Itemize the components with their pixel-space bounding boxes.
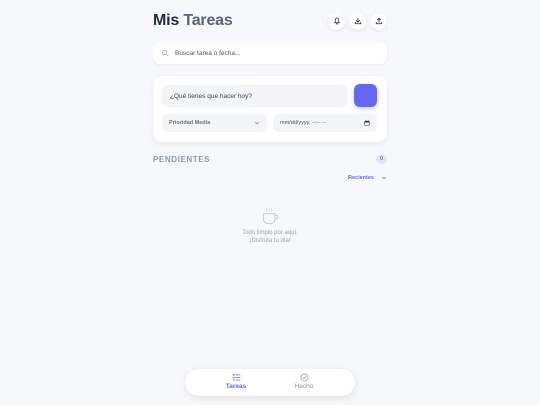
- priority-value: Prioridad Media: [169, 120, 211, 126]
- download-button[interactable]: [349, 12, 366, 30]
- pending-section-header: PENDIENTES 0: [153, 153, 387, 165]
- check-circle-icon: [300, 373, 308, 382]
- search-bar: [153, 42, 387, 64]
- title-part-2: Tareas: [183, 12, 233, 29]
- title-part-1: Mis: [153, 12, 180, 29]
- due-date-placeholder: mm/dd/yyyy, --:-- --: [280, 120, 327, 126]
- due-date-input[interactable]: mm/dd/yyyy, --:-- --: [273, 114, 377, 132]
- new-task-card: Prioridad Media mm/dd/yyyy, --:-- --: [153, 76, 387, 142]
- calendar-icon: [364, 120, 370, 126]
- sort-label: Recientes: [348, 174, 374, 181]
- header-actions: [328, 12, 387, 30]
- pending-title: PENDIENTES: [153, 154, 211, 164]
- new-task-input[interactable]: [162, 85, 348, 107]
- upload-icon: [375, 17, 382, 25]
- nav-done[interactable]: Hecho: [279, 373, 329, 393]
- checklist-icon: [231, 373, 241, 381]
- empty-state: Todo limpio por aquí. ¡Disfruta tu día!: [153, 207, 387, 245]
- notifications-button[interactable]: [328, 12, 345, 30]
- search-input[interactable]: [175, 49, 387, 57]
- add-task-button[interactable]: [354, 84, 377, 107]
- upload-button[interactable]: [370, 12, 387, 30]
- priority-select[interactable]: Prioridad Media: [162, 114, 267, 132]
- download-icon: [354, 17, 361, 25]
- pending-count-badge: 0: [376, 154, 387, 164]
- search-icon: [161, 49, 169, 57]
- nav-tasks[interactable]: Tareas: [211, 373, 261, 393]
- sort-dropdown[interactable]: Recientes: [348, 173, 387, 182]
- empty-state-line-1: Todo limpio por aquí.: [242, 230, 298, 236]
- bottom-nav: Tareas Hecho: [185, 369, 355, 396]
- app: Mis Tareas Buscar tarea o fecha... ¿Qué …: [153, 0, 387, 405]
- coffee-cup-icon: [262, 208, 279, 225]
- page-title: Mis Tareas: [153, 12, 233, 30]
- empty-state-line-2: ¡Disfruta tu día!: [249, 238, 291, 244]
- chevron-down-icon: [382, 176, 386, 179]
- header: Mis Tareas: [153, 10, 387, 32]
- chevron-down-icon: [255, 121, 259, 125]
- nav-done-label: Hecho: [294, 383, 314, 390]
- nav-tasks-label: Tareas: [225, 383, 247, 390]
- bell-icon: [333, 17, 340, 25]
